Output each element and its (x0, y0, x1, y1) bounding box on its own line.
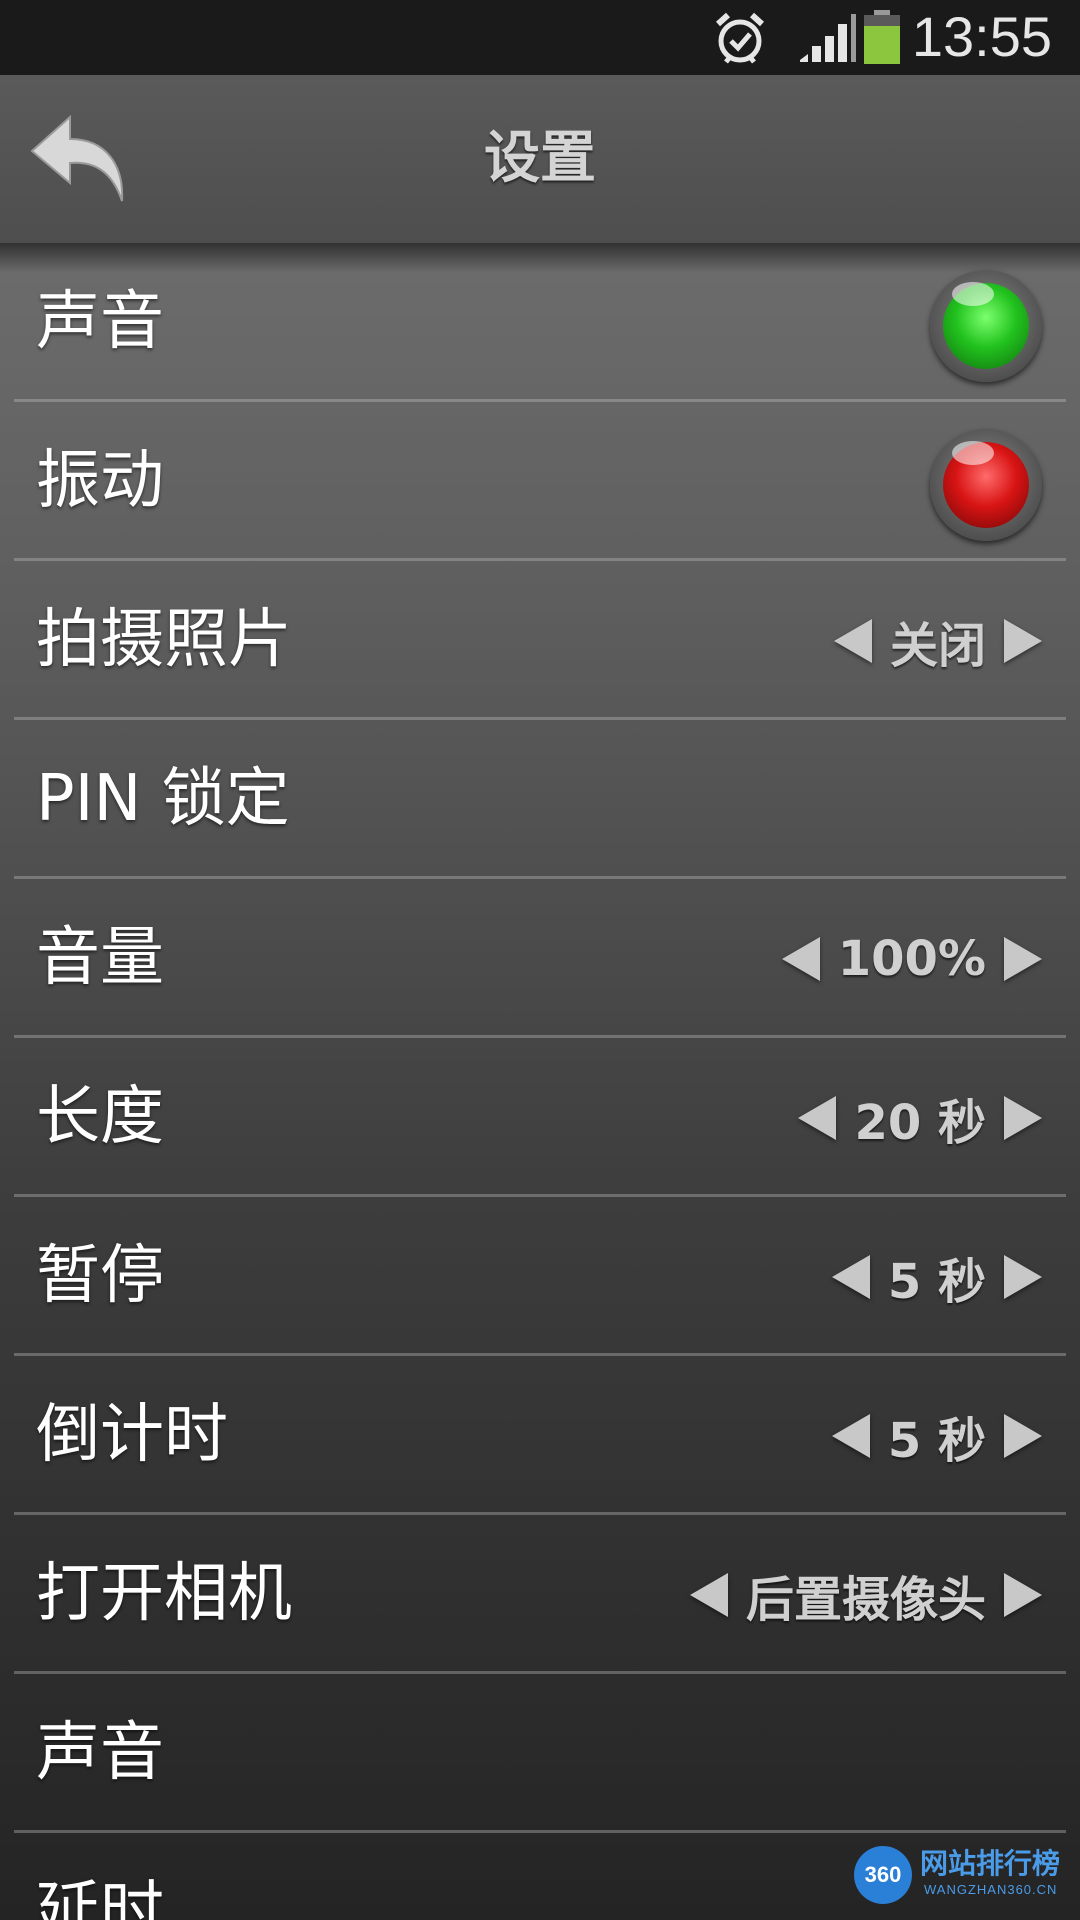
stepper-value: 关闭 (889, 617, 986, 674)
next-arrow-icon[interactable] (1004, 1572, 1042, 1617)
next-arrow-icon[interactable] (1004, 1413, 1042, 1458)
setting-label: 打开相机 (36, 1557, 292, 1631)
setting-label: 暂停 (36, 1239, 164, 1313)
setting-label: 音量 (36, 921, 164, 995)
sound-toggle[interactable] (930, 270, 1042, 382)
settings-screen: 13:55 设置 声音 振动 拍摄照片 关闭 PIN 锁定 音量 100% 长度… (0, 0, 1080, 1920)
previous-arrow-icon[interactable] (689, 1572, 728, 1617)
next-arrow-icon[interactable] (1004, 936, 1042, 981)
setting-row-sound-2[interactable]: 声音 (0, 1674, 1080, 1833)
setting-label: 振动 (36, 444, 164, 518)
setting-row-volume[interactable]: 音量 100% (0, 879, 1080, 1038)
led-highlight (952, 282, 994, 306)
pause-stepper: 5 秒 (831, 1197, 1042, 1356)
setting-label: PIN 锁定 (36, 762, 290, 836)
setting-label: 声音 (36, 1716, 164, 1790)
countdown-stepper: 5 秒 (831, 1356, 1042, 1515)
next-arrow-icon[interactable] (1004, 1254, 1042, 1299)
stepper-value: 100% (837, 930, 986, 987)
next-arrow-icon[interactable] (1004, 618, 1042, 663)
setting-row-vibration[interactable]: 振动 (0, 402, 1080, 561)
setting-label: 拍摄照片 (36, 603, 292, 677)
setting-row-open-camera[interactable]: 打开相机 后置摄像头 (0, 1515, 1080, 1674)
previous-arrow-icon[interactable] (831, 1254, 870, 1299)
settings-list: 声音 振动 拍摄照片 关闭 PIN 锁定 音量 100% 长度 20 秒 暂停 … (0, 243, 1080, 1920)
status-bar: 13:55 (0, 0, 1080, 75)
length-stepper: 20 秒 (798, 1038, 1042, 1197)
setting-row-sound[interactable]: 声音 (0, 243, 1080, 402)
setting-row-pin-lock[interactable]: PIN 锁定 (0, 720, 1080, 879)
setting-label: 倒计时 (36, 1398, 228, 1472)
next-arrow-icon[interactable] (1004, 1095, 1042, 1140)
battery-icon (864, 10, 900, 64)
setting-label: 声音 (36, 285, 164, 359)
volume-stepper: 100% (781, 879, 1042, 1038)
watermark-subtext: WANGZHAN360.CN (924, 1882, 1058, 1897)
alarm-icon (715, 12, 765, 64)
previous-arrow-icon[interactable] (833, 618, 872, 663)
setting-label: 长度 (36, 1080, 164, 1154)
stepper-value: 后置摄像头 (745, 1571, 986, 1628)
stepper-value: 5 秒 (887, 1253, 986, 1310)
setting-row-countdown[interactable]: 倒计时 5 秒 (0, 1356, 1080, 1515)
stepper-value: 5 秒 (887, 1412, 986, 1469)
vibration-toggle[interactable] (930, 429, 1042, 541)
previous-arrow-icon[interactable] (831, 1413, 870, 1458)
setting-row-take-photo[interactable]: 拍摄照片 关闭 (0, 561, 1080, 720)
take-photo-stepper: 关闭 (833, 561, 1042, 720)
stepper-value: 20 秒 (854, 1094, 986, 1151)
watermark-text: 网站排行榜 (920, 1847, 1061, 1880)
site-watermark: 360 网站排行榜 WANGZHAN360.CN (854, 1842, 1074, 1912)
setting-row-length[interactable]: 长度 20 秒 (0, 1038, 1080, 1197)
setting-row-pause[interactable]: 暂停 5 秒 (0, 1197, 1080, 1356)
signal-icon (800, 14, 856, 62)
previous-arrow-icon[interactable] (781, 936, 820, 981)
setting-label: 延时 (36, 1875, 164, 1920)
status-clock: 13:55 (911, 5, 1052, 68)
open-camera-stepper: 后置摄像头 (689, 1515, 1042, 1674)
page-title: 设置 (484, 126, 596, 191)
title-bar: 设置 (0, 75, 1080, 243)
led-highlight (952, 441, 994, 465)
previous-arrow-icon[interactable] (798, 1095, 837, 1140)
watermark-badge: 360 (854, 1846, 912, 1904)
